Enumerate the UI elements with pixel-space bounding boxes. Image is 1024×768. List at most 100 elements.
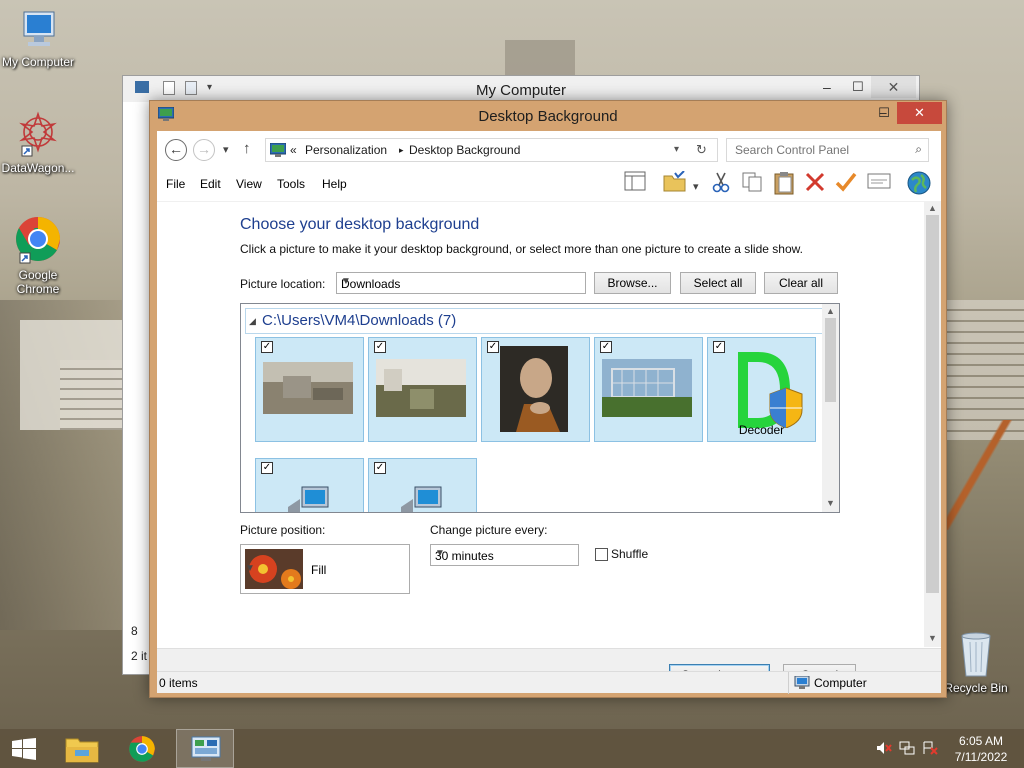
properties-icon[interactable] bbox=[866, 171, 892, 197]
menu-tools[interactable]: Tools bbox=[277, 177, 305, 191]
picture-list[interactable]: ◢ C:\Users\VM4\Downloads (7) ✓ ✓ ✓ ✓ ✓ D… bbox=[240, 303, 840, 513]
change-picture-label: Change picture every: bbox=[430, 523, 548, 537]
menu-edit[interactable]: Edit bbox=[200, 177, 221, 191]
breadcrumb-separator-icon[interactable]: ▸ bbox=[399, 145, 404, 156]
desktop-icon-recycle-bin[interactable]: Recycle Bin bbox=[938, 630, 1014, 695]
clear-all-button[interactable]: Clear all bbox=[764, 272, 838, 294]
tile-checkbox[interactable]: ✓ bbox=[261, 341, 273, 353]
taskbar-google-chrome[interactable] bbox=[116, 729, 168, 768]
maximize-button[interactable]: ☐ bbox=[869, 102, 899, 124]
quick-access-dropdown-icon[interactable]: ▾ bbox=[207, 82, 212, 93]
forward-button[interactable]: → bbox=[193, 139, 215, 161]
content-scrollbar[interactable]: ▲ ▼ bbox=[924, 201, 941, 647]
desktop-icon-label: Google Chrome bbox=[16, 268, 60, 296]
tile-checkbox[interactable]: ✓ bbox=[487, 341, 499, 353]
action-center-flag-icon[interactable] bbox=[922, 741, 938, 758]
picture-position-select[interactable]: Fill ▼ bbox=[240, 544, 410, 594]
clock-time[interactable]: 6:05 AM bbox=[958, 734, 1004, 748]
picture-location-select[interactable]: Downloads ▼ bbox=[336, 272, 586, 294]
shuffle-label[interactable]: Shuffle bbox=[611, 547, 648, 561]
desktop-background-window[interactable]: Desktop Background – ☐ ✕ ← → ▾ ↑ « Perso… bbox=[149, 100, 947, 698]
windows-logo-icon bbox=[12, 738, 36, 760]
desktop-icon-google-chrome[interactable]: Google Chrome bbox=[0, 215, 76, 296]
breadcrumb-prefix[interactable]: « bbox=[290, 143, 297, 157]
copy-icon[interactable] bbox=[739, 171, 765, 197]
desktop-icon-label: My Computer bbox=[1, 55, 75, 69]
maximize-button[interactable]: ☐ bbox=[852, 79, 864, 95]
scrollbar-thumb[interactable] bbox=[825, 318, 836, 402]
thumbnail-image bbox=[602, 359, 692, 417]
layout-pane-icon[interactable] bbox=[622, 171, 648, 197]
folder-checkbox-icon[interactable] bbox=[662, 170, 688, 197]
window-client: ← → ▾ ↑ « Personalization ▸ Desktop Back… bbox=[157, 131, 941, 693]
menu-view[interactable]: View bbox=[236, 177, 262, 191]
title-bar[interactable]: Desktop Background – ☐ ✕ bbox=[150, 101, 946, 131]
tile-checkbox[interactable]: ✓ bbox=[374, 341, 386, 353]
address-bar[interactable]: « Personalization ▸ Desktop Background ▾… bbox=[265, 138, 718, 162]
volume-muted-icon[interactable] bbox=[876, 741, 892, 758]
picture-tile[interactable]: ✓ bbox=[368, 337, 477, 442]
scrollbar-thumb[interactable] bbox=[926, 215, 939, 593]
scroll-down-icon[interactable]: ▼ bbox=[822, 498, 839, 508]
group-header[interactable]: ◢ C:\Users\VM4\Downloads (7) bbox=[245, 308, 823, 334]
browse-button[interactable]: Browse... bbox=[594, 272, 671, 294]
menu-help[interactable]: Help bbox=[322, 177, 347, 191]
picture-tile-decoder[interactable]: ✓ Decoder bbox=[707, 337, 816, 442]
my-computer-title-bar[interactable]: My Computer ▾ – ☐ ✕ bbox=[123, 76, 919, 102]
thumbnail-image bbox=[376, 359, 466, 417]
scroll-up-icon[interactable]: ▲ bbox=[924, 203, 941, 213]
menu-file[interactable]: File bbox=[166, 177, 185, 191]
tile-checkbox[interactable]: ✓ bbox=[374, 462, 386, 474]
breadcrumb-desktop-background[interactable]: Desktop Background bbox=[409, 143, 520, 157]
up-arrow-icon[interactable]: ↑ bbox=[243, 140, 251, 157]
new-folder-icon[interactable] bbox=[185, 81, 197, 95]
properties-icon[interactable] bbox=[163, 81, 175, 95]
refresh-icon[interactable]: ↻ bbox=[696, 142, 707, 158]
search-input[interactable] bbox=[735, 140, 910, 160]
desktop-icon-label: DataWagon... bbox=[1, 161, 75, 175]
picture-list-scrollbar[interactable]: ▲ ▼ bbox=[822, 304, 839, 512]
back-button[interactable]: ← bbox=[165, 139, 187, 161]
search-icon[interactable]: ⌕ bbox=[915, 142, 922, 157]
desktop-icon-label: Recycle Bin bbox=[944, 681, 1008, 695]
clock-date[interactable]: 7/11/2022 bbox=[952, 750, 1010, 764]
start-button[interactable] bbox=[0, 729, 48, 768]
picture-tile[interactable]: ✓ bbox=[255, 337, 364, 442]
desktop-icon-my-computer[interactable]: My Computer bbox=[0, 8, 76, 69]
close-button[interactable]: ✕ bbox=[897, 102, 942, 124]
toolbar-dropdown-icon[interactable]: ▾ bbox=[693, 180, 699, 193]
computer-program-icon bbox=[288, 486, 329, 512]
search-box[interactable]: ⌕ bbox=[726, 138, 929, 162]
thumbnail-image bbox=[500, 346, 568, 432]
delete-icon[interactable] bbox=[802, 171, 828, 197]
globe-icon[interactable] bbox=[906, 171, 932, 197]
breadcrumb-personalization[interactable]: Personalization bbox=[305, 143, 387, 157]
tile-checkbox[interactable]: ✓ bbox=[713, 341, 725, 353]
taskbar-file-explorer[interactable] bbox=[56, 729, 108, 768]
tile-checkbox[interactable]: ✓ bbox=[261, 462, 273, 474]
cut-icon[interactable] bbox=[708, 171, 734, 197]
computer-icon bbox=[794, 676, 810, 689]
change-picture-select[interactable]: 30 minutes ▼ bbox=[430, 544, 579, 566]
picture-tile[interactable]: ✓ bbox=[368, 458, 477, 512]
close-button[interactable]: ✕ bbox=[871, 76, 916, 98]
picture-tile[interactable]: ✓ bbox=[481, 337, 590, 442]
taskbar-control-panel[interactable] bbox=[176, 729, 234, 768]
shuffle-checkbox[interactable] bbox=[595, 548, 608, 561]
chevron-down-icon: ▼ bbox=[245, 563, 255, 574]
network-icon[interactable] bbox=[899, 741, 915, 758]
scroll-down-icon[interactable]: ▼ bbox=[924, 633, 941, 643]
tile-checkbox[interactable]: ✓ bbox=[600, 341, 612, 353]
my-computer-window-title: My Computer bbox=[475, 82, 567, 99]
minimize-button[interactable]: – bbox=[823, 79, 831, 95]
paste-icon[interactable] bbox=[771, 171, 797, 197]
desktop-icon-datawagon[interactable]: DataWagon... bbox=[0, 110, 76, 175]
scroll-up-icon[interactable]: ▲ bbox=[822, 306, 839, 316]
collapse-triangle-icon[interactable]: ◢ bbox=[249, 316, 256, 327]
check-icon[interactable] bbox=[833, 171, 859, 197]
picture-tile[interactable]: ✓ bbox=[594, 337, 703, 442]
select-all-button[interactable]: Select all bbox=[680, 272, 756, 294]
recent-locations-icon[interactable]: ▾ bbox=[223, 143, 229, 156]
picture-tile[interactable]: ✓ bbox=[255, 458, 364, 512]
address-dropdown-icon[interactable]: ▾ bbox=[674, 144, 679, 155]
